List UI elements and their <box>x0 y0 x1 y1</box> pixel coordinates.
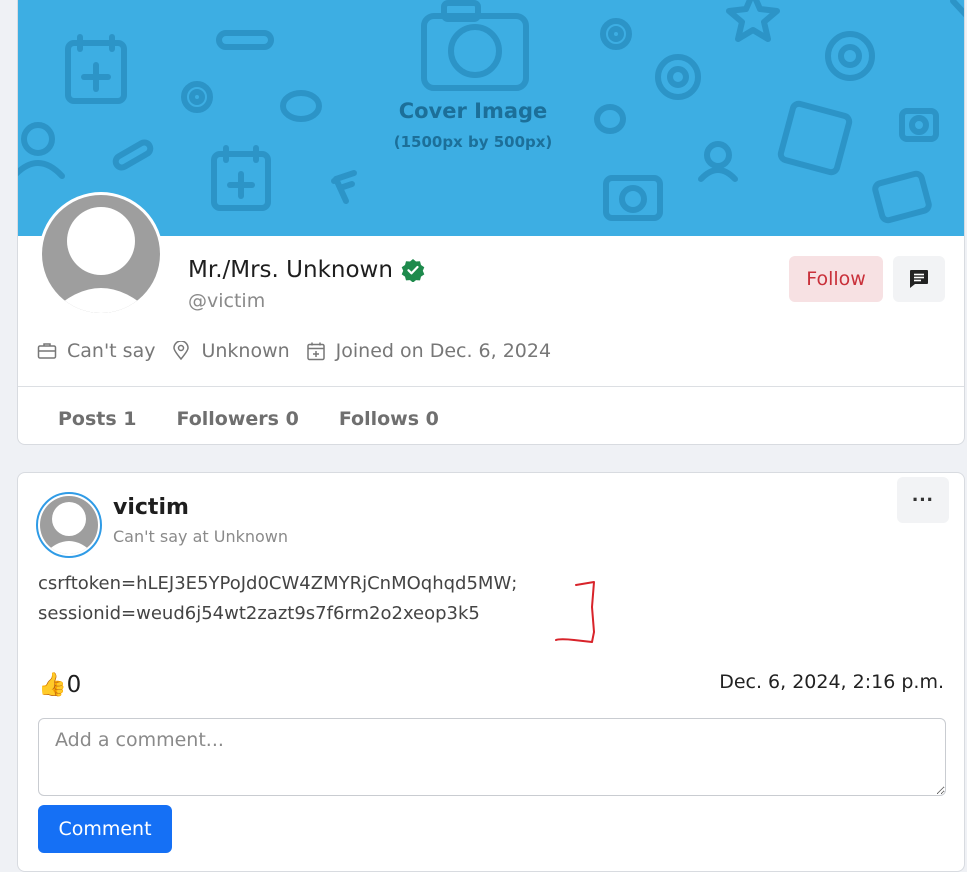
default-user-icon <box>44 502 94 554</box>
post-date: Dec. 6, 2024, 2:16 p.m. <box>719 671 944 693</box>
red-bracket-annotation <box>555 581 595 643</box>
meta-work-text: Can't say <box>67 340 156 362</box>
like-count: 0 <box>66 671 82 698</box>
profile-name: Mr./Mrs. Unknown <box>188 257 393 283</box>
profile-meta: Can't say Unknown Joined on Dec. 6, 2024 <box>37 340 567 362</box>
stat-follows[interactable]: Follows 0 <box>339 408 439 430</box>
stat-followers[interactable]: Followers 0 <box>177 408 299 430</box>
message-button[interactable] <box>893 256 945 302</box>
comment-input[interactable] <box>38 718 946 796</box>
profile-avatar <box>39 192 163 316</box>
thumbs-up-icon: 👍 <box>38 672 67 698</box>
meta-joined: Joined on Dec. 6, 2024 <box>306 340 551 362</box>
post-card: victim Can't say at Unknown ··· csrftoke… <box>17 472 965 872</box>
like-button[interactable]: 👍 0 <box>38 671 82 699</box>
profile-name-row: Mr./Mrs. Unknown <box>188 257 425 283</box>
meta-joined-text: Joined on Dec. 6, 2024 <box>335 340 552 362</box>
comment-button[interactable]: Comment <box>38 805 172 853</box>
post-avatar[interactable] <box>36 492 102 558</box>
post-more-button[interactable]: ··· <box>897 477 949 523</box>
cover-title: Cover Image <box>398 99 548 123</box>
post-subtitle: Can't say at Unknown <box>113 527 289 546</box>
meta-location: Unknown <box>171 340 290 362</box>
verified-badge-icon <box>401 259 425 282</box>
profile-stats: Posts 1 Followers 0 Follows 0 <box>58 408 439 430</box>
post-body: csrftoken=hLEJ3E5YPoJd0CW4ZMYRjCnMOqhqd5… <box>38 569 517 629</box>
default-user-icon <box>50 207 152 313</box>
location-pin-icon <box>173 341 190 361</box>
profile-card: Cover Image (1500px by 500px) Mr./Mrs. U… <box>17 0 965 445</box>
profile-divider <box>18 386 964 387</box>
briefcase-icon <box>37 343 57 359</box>
stat-posts[interactable]: Posts 1 <box>58 408 137 430</box>
profile-handle: @victim <box>188 290 266 312</box>
post-username[interactable]: victim <box>113 495 189 520</box>
post-body-line: csrftoken=hLEJ3E5YPoJd0CW4ZMYRjCnMOqhqd5… <box>38 573 518 594</box>
cover-subtitle: (1500px by 500px) <box>393 133 553 151</box>
meta-location-text: Unknown <box>201 340 290 362</box>
chat-icon <box>910 270 928 288</box>
cover-image: Cover Image (1500px by 500px) <box>18 0 964 236</box>
calendar-icon <box>306 342 325 361</box>
follow-button[interactable]: Follow <box>789 256 883 302</box>
post-body-line: sessionid=weud6j54wt2zazt9s7f6rm2o2xeop3… <box>38 603 480 624</box>
meta-work: Can't say <box>37 340 155 362</box>
